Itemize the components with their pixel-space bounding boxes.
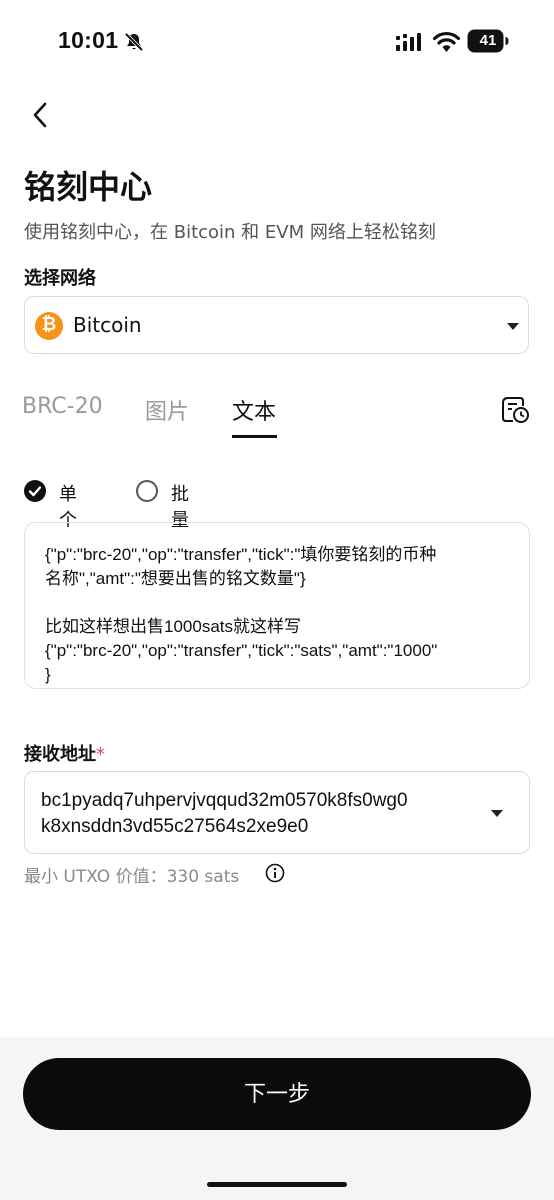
inscription-text-input[interactable]: {"p":"brc-20","op":"transfer","tick":"填你… bbox=[24, 522, 530, 689]
address-value-line1: bc1pyadq7uhpervjvqqud32m0570k8fs0wg0 bbox=[41, 790, 408, 811]
page-subtitle: 使用铭刻中心，在 Bitcoin 和 EVM 网络上轻松铭刻 bbox=[24, 222, 436, 243]
tab-text[interactable]: 文本 bbox=[232, 394, 276, 426]
address-label: 接收地址* bbox=[24, 740, 105, 766]
back-arrow-icon[interactable] bbox=[28, 100, 54, 130]
min-utxo-note: 最小 UTXO 价值：330 sats bbox=[24, 867, 240, 887]
inscription-type-tabs: BRC-20 图片 文本 bbox=[0, 380, 554, 440]
next-step-button[interactable]: 下一步 bbox=[23, 1058, 531, 1130]
history-document-icon[interactable] bbox=[500, 394, 530, 424]
tab-image[interactable]: 图片 bbox=[145, 394, 189, 426]
battery-level: 41 bbox=[479, 32, 497, 49]
text-line: 名称","amt":"想要出售的铭文数量"} bbox=[45, 569, 306, 588]
status-time: 10:01 bbox=[58, 27, 119, 53]
text-line bbox=[45, 591, 507, 615]
network-label: 选择网络 bbox=[24, 268, 96, 289]
checkmark-icon bbox=[28, 486, 42, 497]
network-value: Bitcoin bbox=[73, 313, 142, 337]
text-line: 比如这样想出售1000sats就这样写 bbox=[45, 617, 301, 636]
text-line: {"p":"brc-20","op":"transfer","tick":"填你… bbox=[45, 545, 437, 564]
text-line: {"p":"brc-20","op":"transfer","tick":"sa… bbox=[45, 641, 438, 660]
wifi-icon bbox=[433, 31, 460, 52]
chevron-down-icon bbox=[491, 810, 503, 817]
page-title: 铭刻中心 bbox=[24, 168, 153, 206]
home-indicator bbox=[207, 1182, 347, 1187]
mute-bell-icon bbox=[124, 32, 144, 52]
cellular-signal-icon bbox=[396, 33, 421, 51]
address-select[interactable]: bc1pyadq7uhpervjvqqud32m0570k8fs0wg0 k8x… bbox=[24, 771, 530, 854]
text-line: } bbox=[45, 665, 51, 684]
network-select[interactable]: ₿ Bitcoin bbox=[24, 296, 529, 354]
batch-radio[interactable] bbox=[136, 480, 158, 502]
active-tab-indicator bbox=[232, 435, 277, 438]
required-mark: * bbox=[96, 744, 105, 765]
bitcoin-icon: ₿ bbox=[35, 312, 63, 340]
single-radio[interactable] bbox=[24, 480, 46, 502]
tab-brc20[interactable]: BRC-20 bbox=[22, 394, 103, 419]
status-bar: 10:01 41 bbox=[0, 0, 554, 84]
address-value-line2: k8xnsddn3vd55c27564s2xe9e0 bbox=[41, 816, 309, 837]
address-label-text: 接收地址 bbox=[24, 744, 96, 765]
info-icon[interactable] bbox=[265, 863, 285, 883]
chevron-down-icon bbox=[507, 323, 519, 330]
